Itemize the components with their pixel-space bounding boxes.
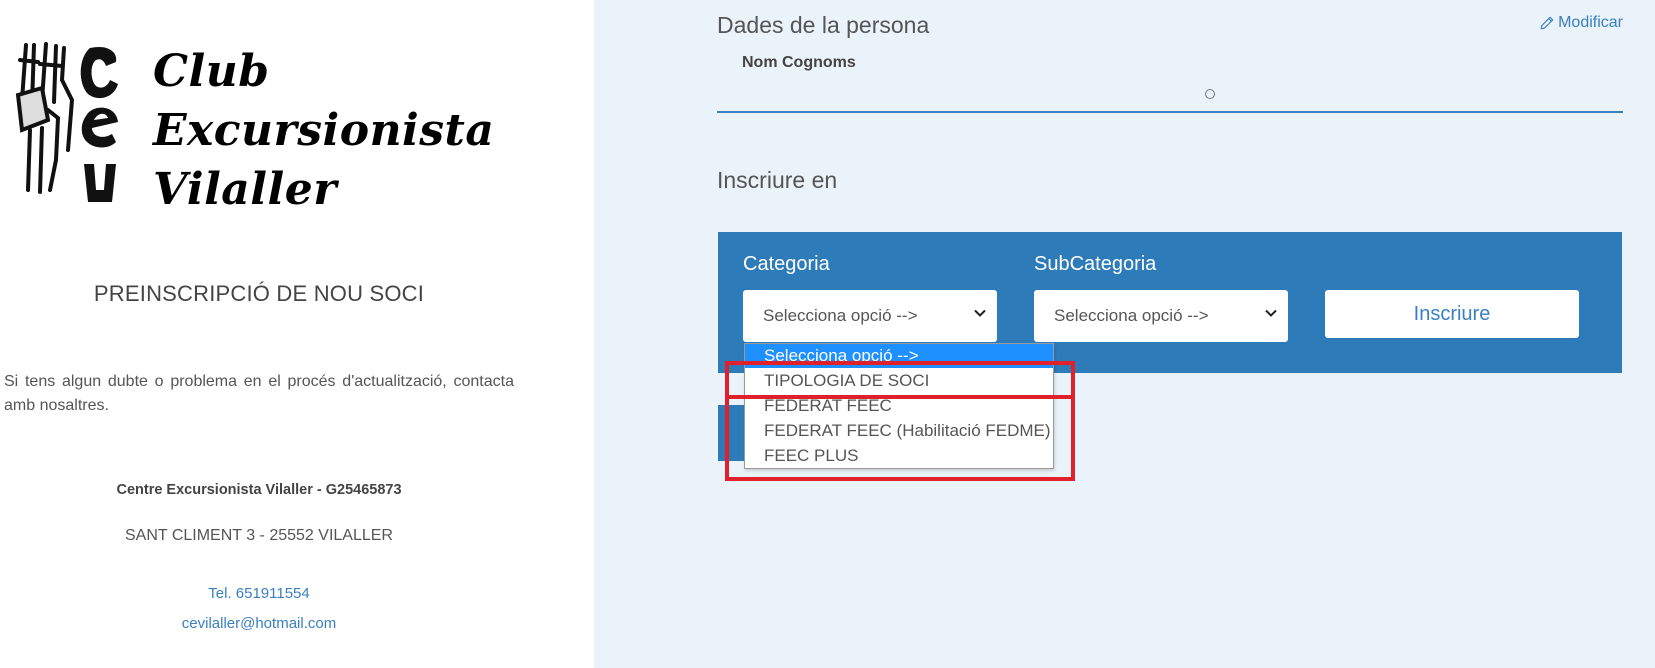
category-select-value: Selecciona opció -->	[763, 306, 918, 325]
subcategory-label: SubCategoria	[1034, 253, 1157, 275]
person-section-divider	[717, 111, 1623, 113]
subcategory-select[interactable]: Selecciona opció -->	[1034, 290, 1288, 342]
club-name-line-3: Vilaller	[153, 164, 337, 215]
chevron-down-icon	[1265, 309, 1277, 317]
category-dropdown-list[interactable]: Selecciona opció --> TIPOLOGIA DE SOCI F…	[744, 343, 1054, 469]
person-name-label: Nom Cognoms	[742, 54, 856, 71]
category-select[interactable]: Selecciona opció -->	[743, 290, 997, 342]
modify-link-label: Modificar	[1558, 14, 1623, 31]
category-label: Categoria	[743, 253, 830, 275]
modify-link[interactable]: Modificar	[1540, 14, 1623, 32]
phone-link[interactable]: Tel. 651911554	[0, 585, 518, 602]
pencil-icon	[1540, 16, 1554, 30]
category-option[interactable]: FEDERAT FEEC	[745, 393, 1053, 418]
organization-name: Centre Excursionista Vilaller - G2546587…	[116, 482, 402, 498]
club-name: Club Excursionista Vilaller	[153, 42, 494, 219]
left-info-panel: Club Excursionista Vilaller PREINSCRIPCI…	[0, 0, 594, 668]
page-title: PREINSCRIPCIÓ DE NOU SOCI	[93, 281, 425, 306]
email-link[interactable]: cevilaller@hotmail.com	[0, 615, 518, 632]
help-text: Si tens algun dubte o problema en el pro…	[4, 373, 514, 414]
club-name-line-2: Excursionista	[153, 105, 495, 156]
organization-address: SANT CLIMENT 3 - 25552 VILALLER	[125, 527, 393, 544]
chevron-down-icon	[974, 309, 986, 317]
cev-logo-drawing-icon	[15, 42, 118, 202]
category-option[interactable]: FEDERAT FEEC (Habilitació FEDME)	[745, 418, 1053, 443]
category-option[interactable]: Selecciona opció -->	[745, 344, 1053, 368]
person-radio[interactable]	[1205, 89, 1215, 99]
subcategory-select-value: Selecciona opció -->	[1054, 306, 1209, 325]
category-option[interactable]: FEEC PLUS	[745, 443, 1053, 468]
person-section-title: Dades de la persona	[717, 12, 930, 38]
enroll-section-title: Inscriure en	[717, 167, 838, 193]
category-option[interactable]: TIPOLOGIA DE SOCI	[745, 368, 1053, 393]
club-name-line-1: Club	[153, 46, 270, 97]
enroll-button[interactable]: Inscriure	[1325, 290, 1579, 338]
